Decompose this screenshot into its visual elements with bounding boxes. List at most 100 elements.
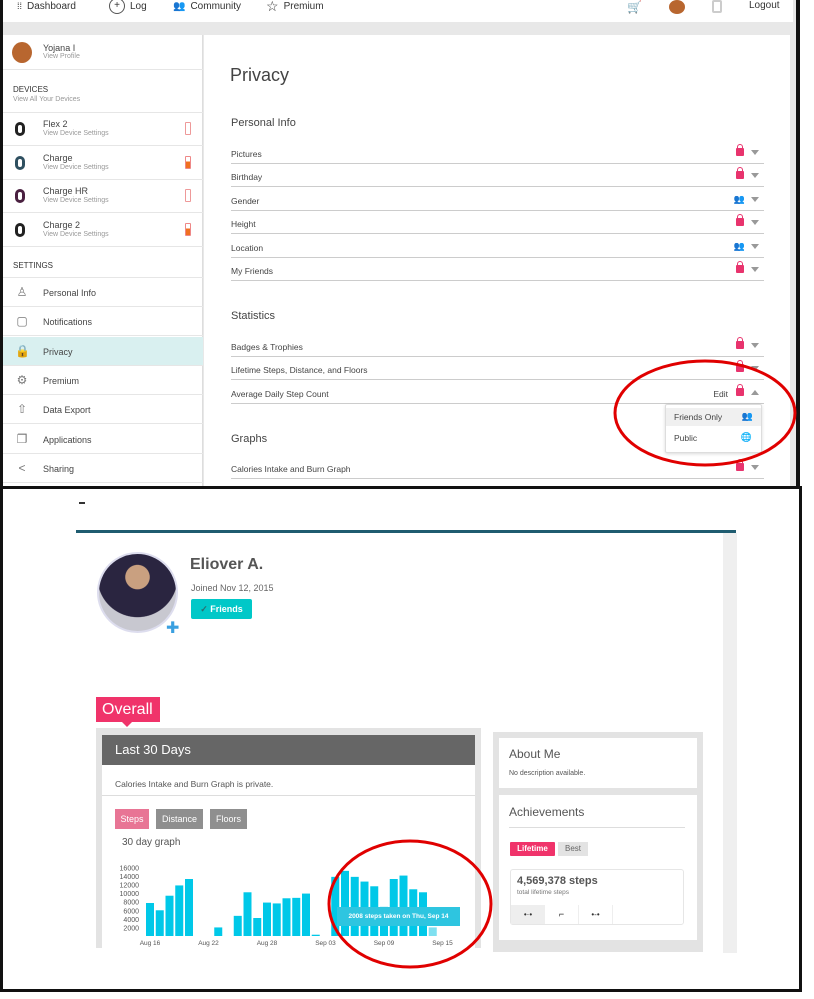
- friend-profile-screenshot: ✚ Eliover A. Joined Nov 12, 2015 ✓ Frien…: [0, 486, 802, 992]
- nav-log[interactable]: + Log: [109, 0, 147, 14]
- cart-icon[interactable]: 🛒: [627, 0, 642, 14]
- chevron-down-icon[interactable]: [751, 243, 759, 249]
- star-icon: ☆: [266, 0, 279, 14]
- chevron-down-icon[interactable]: [751, 220, 759, 226]
- privacy-row[interactable]: Pictures: [231, 141, 764, 164]
- view-all-devices-link[interactable]: View All Your Devices: [13, 96, 80, 103]
- profile-row[interactable]: Yojana I View Profile: [3, 35, 203, 70]
- privacy-row[interactable]: Badges & Trophies: [231, 334, 764, 357]
- privacy-row[interactable]: Birthday: [231, 164, 764, 188]
- personal-info-heading: Personal Info: [231, 117, 296, 129]
- bar-sep-14[interactable]: [428, 927, 437, 936]
- bar-aug-26[interactable]: [243, 892, 252, 936]
- nav-premium[interactable]: ☆ Premium: [266, 0, 324, 14]
- nav-dashboard[interactable]: ⁞⁞ Dashboard: [17, 0, 76, 12]
- sidebar-item-data-export[interactable]: ⇧ Data Export: [3, 395, 203, 425]
- device-item[interactable]: Charge View Device Settings: [3, 147, 203, 180]
- nav-community[interactable]: 👥 Community: [173, 0, 241, 12]
- logout-link[interactable]: Logout: [749, 0, 780, 11]
- bar-aug-17[interactable]: [155, 910, 164, 936]
- x-tick-label: Sep 15: [432, 940, 453, 947]
- distance-icon[interactable]: •-•: [579, 905, 613, 924]
- device-settings-link[interactable]: View Device Settings: [43, 164, 109, 171]
- privacy-row[interactable]: Lifetime Steps, Distance, and Floors: [231, 357, 764, 381]
- bar-aug-20[interactable]: [185, 879, 193, 936]
- chevron-down-icon[interactable]: [751, 343, 759, 348]
- chevron-down-icon[interactable]: [751, 173, 759, 179]
- y-tick-label: 8000: [123, 900, 139, 907]
- sidebar-item-personal-info[interactable]: ♙ Personal Info: [3, 278, 203, 307]
- chevron-down-icon[interactable]: [751, 465, 759, 470]
- tab-lifetime[interactable]: Lifetime: [510, 842, 555, 856]
- about-text: No description available.: [509, 770, 586, 777]
- watch-icon[interactable]: [712, 0, 722, 13]
- tracker-band-icon: [15, 222, 25, 237]
- bar-aug-31[interactable]: [292, 897, 301, 936]
- privacy-row[interactable]: Height: [231, 211, 764, 235]
- x-tick-label: Aug 16: [140, 940, 161, 947]
- sidebar-item-privacy[interactable]: 🔒 Privacy: [3, 336, 203, 366]
- battery-icon: [185, 222, 191, 236]
- bar-sep-02[interactable]: [311, 934, 320, 936]
- option-friends-only[interactable]: Friends Only 👥: [666, 408, 761, 426]
- bar-sep-11[interactable]: [399, 875, 408, 936]
- chevron-down-icon[interactable]: [751, 196, 759, 202]
- bar-aug-18[interactable]: [165, 895, 174, 936]
- option-public[interactable]: Public 🌐: [666, 429, 761, 447]
- notification-icon: ▢: [16, 314, 28, 329]
- privacy-row[interactable]: Average Daily Step Count Edit: [231, 381, 764, 404]
- lock-icon: [736, 214, 744, 227]
- lock-icon: [736, 337, 744, 349]
- floors-icon[interactable]: ⌐: [545, 905, 579, 924]
- achievements-card: Achievements Lifetime Best 4,569,378 ste…: [499, 795, 697, 940]
- bar-aug-27[interactable]: [253, 918, 262, 936]
- sidebar-item-premium[interactable]: ⚙ Premium: [3, 366, 203, 395]
- device-item[interactable]: Flex 2 View Device Settings: [3, 113, 203, 146]
- bar-sep-05[interactable]: [341, 870, 349, 936]
- privacy-row[interactable]: Gender 👥: [231, 188, 764, 211]
- y-tick-label: 12000: [120, 883, 140, 890]
- privacy-row[interactable]: Calories Intake and Burn Graph: [231, 456, 764, 479]
- chevron-down-icon[interactable]: [751, 267, 759, 272]
- privacy-content: Privacy Personal Info Pictures Birthday Ge…: [204, 35, 790, 486]
- tab-best[interactable]: Best: [558, 842, 588, 856]
- chevron-down-icon[interactable]: [751, 150, 759, 155]
- device-item[interactable]: Charge 2 View Device Settings: [3, 214, 203, 247]
- sidebar-item-applications[interactable]: ❐ Applications: [3, 425, 203, 454]
- sidebar-item-sharing[interactable]: < Sharing: [3, 454, 203, 483]
- bar-aug-30[interactable]: [282, 898, 291, 936]
- bar-aug-19[interactable]: [175, 885, 184, 936]
- view-profile-link[interactable]: View Profile: [43, 53, 80, 60]
- device-item[interactable]: Charge HR View Device Settings: [3, 180, 203, 213]
- privacy-row[interactable]: My Friends: [231, 258, 764, 281]
- chevron-up-icon[interactable]: [751, 389, 759, 395]
- avatar: [12, 42, 32, 63]
- bar-aug-29[interactable]: [272, 903, 281, 936]
- bar-aug-28[interactable]: [263, 902, 271, 936]
- right-column: About Me No description available. Achie…: [493, 732, 703, 952]
- x-tick-label: Sep 09: [374, 940, 395, 947]
- achievements-title: Achievements: [509, 805, 585, 819]
- bar-sep-01[interactable]: [302, 893, 310, 936]
- device-settings-link[interactable]: View Device Settings: [43, 130, 109, 137]
- bar-aug-25[interactable]: [233, 915, 242, 936]
- user-avatar[interactable]: [669, 0, 685, 14]
- lock-icon: [736, 144, 744, 156]
- edit-link[interactable]: Edit: [713, 389, 728, 399]
- steps-icon[interactable]: •·•: [511, 905, 545, 924]
- gear-icon: ⚙: [16, 372, 28, 387]
- sidebar-item-notifications[interactable]: ▢ Notifications: [3, 307, 203, 337]
- top-nav: ⁞⁞ Dashboard + Log 👥 Community ☆ Premium 🛒 L…: [3, 0, 793, 22]
- bar-aug-23[interactable]: [214, 927, 223, 936]
- device-settings-link[interactable]: View Device Settings: [43, 197, 109, 204]
- privacy-row[interactable]: Location 👥: [231, 235, 764, 258]
- fitbit-logo-icon: ⁞⁞: [17, 1, 23, 11]
- chevron-down-icon[interactable]: [751, 366, 759, 372]
- device-settings-link[interactable]: View Device Settings: [43, 231, 109, 238]
- tracker-band-icon: [15, 155, 25, 170]
- lock-icon: [736, 360, 744, 373]
- people-icon: 👥: [173, 0, 186, 12]
- about-title: About Me: [509, 747, 561, 761]
- bar-aug-16[interactable]: [146, 903, 154, 936]
- friends-icon: 👥: [733, 240, 745, 251]
